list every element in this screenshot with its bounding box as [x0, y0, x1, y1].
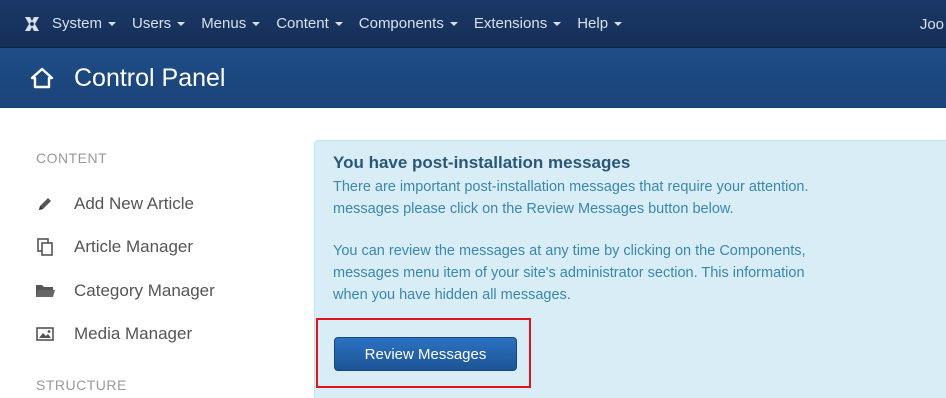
chevron-down-icon [553, 21, 562, 26]
message-text-line: when you have hidden all messages. [333, 287, 571, 303]
home-icon [30, 66, 56, 90]
page-header: Control Panel [0, 48, 946, 108]
menu-content-label: Content [276, 15, 329, 32]
menu-help-label: Help [577, 15, 609, 32]
sidebar-item-media-manager[interactable]: Media Manager [34, 324, 192, 344]
sidebar-item-label: Add New Article [74, 194, 194, 213]
menu-menus-label: Menus [201, 15, 247, 32]
joomla-logo-icon[interactable] [12, 0, 52, 48]
sidebar-item-label: Article Manager [74, 237, 194, 256]
site-link-label: Joo [919, 15, 944, 33]
menu-system-label: System [52, 15, 103, 32]
menu-extensions-label: Extensions [473, 15, 548, 32]
message-text-line: messages menu item of your site's admini… [333, 265, 805, 281]
message-text-line: messages please click on the Review Mess… [333, 201, 734, 217]
menu-components-label: Components [358, 15, 444, 32]
sidebar-item-label: Category Manager [74, 281, 215, 300]
menu-content[interactable]: Content [276, 15, 343, 32]
chevron-down-icon [334, 21, 343, 26]
highlight-annotation [316, 318, 531, 388]
menu-menus[interactable]: Menus [201, 15, 261, 32]
chevron-down-icon [449, 21, 458, 26]
copy-icon [34, 237, 56, 257]
page-title: Control Panel [74, 63, 226, 92]
sidebar-item-article-manager[interactable]: Article Manager [34, 237, 193, 257]
chevron-down-icon [252, 21, 261, 26]
sidebar-item-label: Media Manager [74, 324, 193, 343]
menu-extensions[interactable]: Extensions [473, 15, 562, 32]
message-text-line: There are important post-installation me… [333, 179, 809, 195]
menu-system[interactable]: System [52, 15, 117, 32]
message-text-line: You can review the messages at any time … [333, 243, 806, 259]
structure-section-heading: STRUCTURE [36, 377, 127, 393]
menu-components[interactable]: Components [359, 15, 458, 32]
content-section-heading: CONTENT [36, 150, 108, 166]
chevron-down-icon [108, 21, 117, 26]
chevron-down-icon [177, 21, 186, 26]
folder-icon [34, 281, 56, 301]
menu-users[interactable]: Users [132, 15, 186, 32]
sidebar: CONTENT Add New Article Article Manager … [0, 108, 300, 398]
chevron-down-icon [614, 21, 623, 26]
menu-users-label: Users [132, 15, 172, 32]
message-title: You have post-installation messages [333, 153, 631, 172]
pencil-icon [34, 194, 56, 214]
image-icon [34, 324, 56, 344]
site-link[interactable]: Joo [920, 0, 946, 48]
top-navbar: System Users Menus Content Components Ex… [0, 0, 946, 48]
menu-help[interactable]: Help [577, 15, 623, 32]
sidebar-item-add-new-article[interactable]: Add New Article [34, 194, 194, 214]
sidebar-item-category-manager[interactable]: Category Manager [34, 281, 215, 301]
